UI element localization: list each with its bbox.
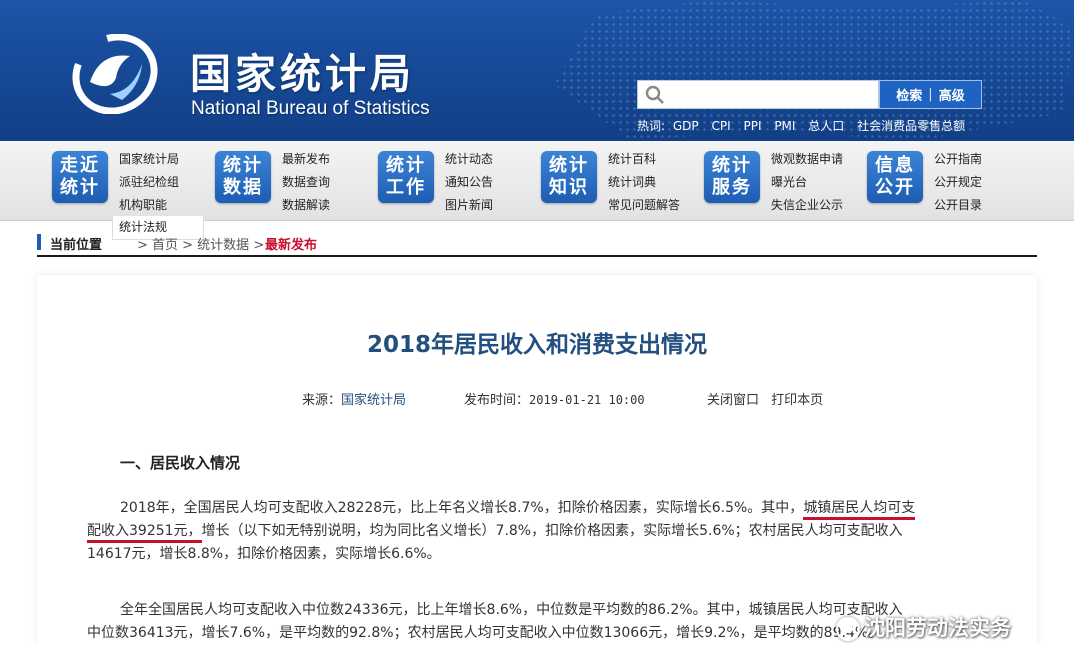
nav-links: 最新发布 数据查询 数据解读 <box>282 148 330 217</box>
hot-words: 热词: GDP CPI PPI PMI 总人口 社会消费品零售总额 <box>637 117 974 134</box>
nav-link[interactable]: 微观数据申请 <box>771 148 843 171</box>
time-value: 2019-01-21 10:00 <box>529 393 645 407</box>
site-subtitle: National Bureau of Statistics <box>191 98 430 119</box>
para1-text-b: 增长（以下如无特别说明，均为同比名义增长）7.8%，扣除价格因素，实际增长5.6… <box>201 523 903 539</box>
nav-links: 微观数据申请 曝光台 失信企业公示 <box>771 148 843 217</box>
print-page-link[interactable]: 打印本页 <box>771 393 823 408</box>
hot-words-label: 热词: <box>637 119 666 133</box>
breadcrumb-last[interactable]: 最新发布 <box>265 234 317 253</box>
advanced-search-button[interactable]: 高级 <box>939 85 965 104</box>
nav-links: 国家统计局 派驻纪检组 机构职能 <box>119 148 179 217</box>
para1-text-a: 2018年，全国居民人均可支配收入28228元，比上年名义增长8.7%，扣除价格… <box>120 500 804 516</box>
nav-links: 公开指南 公开规定 公开目录 <box>934 148 982 217</box>
search-box <box>637 80 879 109</box>
hot-word-link[interactable]: 总人口 <box>808 119 844 133</box>
nav-link[interactable]: 统计词典 <box>608 171 680 194</box>
nav-link[interactable]: 国家统计局 <box>119 148 179 171</box>
nav-link[interactable]: 统计动态 <box>445 148 493 171</box>
breadcrumb-marker <box>37 234 41 250</box>
nav-links: 统计动态 通知公告 图片新闻 <box>445 148 493 217</box>
article: 2018年居民收入和消费支出情况 来源：国家统计局 发布时间：2019-01-2… <box>37 275 1037 645</box>
time-label: 发布时间： <box>464 393 530 408</box>
nav-badge[interactable]: 统计 知识 <box>541 151 597 203</box>
source-label: 来源： <box>302 393 342 408</box>
highlight-underline-1: 城镇居民人均可支 <box>803 500 916 520</box>
hot-word-link[interactable]: PPI <box>743 119 761 133</box>
nav-link[interactable]: 统计百科 <box>608 148 680 171</box>
watermark-text: 沈阳劳动法实务 <box>864 616 1011 640</box>
section-heading: 一、居民收入情况 <box>120 454 241 472</box>
nav-links: 统计百科 统计词典 常见问题解答 <box>608 148 680 217</box>
hot-word-link[interactable]: 社会消费品零售总额 <box>857 119 965 133</box>
article-time: 发布时间：2019-01-21 10:00 <box>464 389 645 408</box>
search-separator: | <box>928 87 933 102</box>
main-nav: 走近 统计 国家统计局 派驻纪检组 机构职能 统计 数据 最新发布 数据查询 数据解… <box>0 141 1074 221</box>
search-buttons: 检索 | 高级 <box>879 80 982 109</box>
hot-word-link[interactable]: GDP <box>673 119 699 133</box>
para1-text-c: 14617元，增长8.8%，扣除价格因素，实际增长6.6%。 <box>87 546 441 562</box>
paragraph-1: 2018年，全国居民人均可支配收入28228元，比上年名义增长8.7%，扣除价格… <box>87 497 992 566</box>
source-value: 国家统计局 <box>341 393 407 408</box>
nav-link[interactable]: 常见问题解答 <box>608 194 680 217</box>
site-header: 国家统计局 National Bureau of Statistics 检索 |… <box>0 0 1074 141</box>
site-title[interactable]: 国家统计局 <box>190 40 415 100</box>
article-source: 来源：国家统计局 <box>302 389 406 408</box>
nav-link[interactable]: 派驻纪检组 <box>119 171 179 194</box>
article-title: 2018年居民收入和消费支出情况 <box>366 332 707 358</box>
nav-link[interactable]: 机构职能 <box>119 194 179 217</box>
breadcrumb-path[interactable]: > 首页 > 统计数据 > <box>137 234 264 253</box>
nav-link[interactable]: 公开规定 <box>934 171 982 194</box>
nav-link[interactable]: 失信企业公示 <box>771 194 843 217</box>
breadcrumb: 当前位置 > 首页 > 统计数据 > 最新发布 <box>37 231 1037 257</box>
nav-link[interactable]: 数据查询 <box>282 171 330 194</box>
nav-link[interactable]: 数据解读 <box>282 194 330 217</box>
watermark: 沈阳劳动法实务 <box>836 612 1011 642</box>
nav-badge[interactable]: 走近 统计 <box>52 151 108 203</box>
nav-link[interactable]: 通知公告 <box>445 171 493 194</box>
nav-badge[interactable]: 信息 公开 <box>867 151 923 203</box>
search-icon <box>645 85 664 104</box>
highlight-underline-2: 配收入39251元， <box>87 523 202 543</box>
article-actions: 关闭窗口 打印本页 <box>707 389 823 408</box>
nav-badge[interactable]: 统计 工作 <box>378 151 434 203</box>
nav-link[interactable]: 最新发布 <box>282 148 330 171</box>
nav-link[interactable]: 公开目录 <box>934 194 982 217</box>
close-window-link[interactable]: 关闭窗口 <box>707 393 759 408</box>
hot-word-link[interactable]: CPI <box>711 119 730 133</box>
hot-word-link[interactable]: PMI <box>774 119 795 133</box>
nbs-logo-icon[interactable] <box>70 34 160 114</box>
search-button[interactable]: 检索 <box>896 85 922 104</box>
nav-badge[interactable]: 统计 数据 <box>215 151 271 203</box>
nav-link[interactable]: 公开指南 <box>934 148 982 171</box>
breadcrumb-current-label: 当前位置 <box>50 238 103 253</box>
search-input[interactable] <box>672 84 872 106</box>
nav-badge[interactable]: 统计 服务 <box>704 151 760 203</box>
nav-link[interactable]: 曝光台 <box>771 171 843 194</box>
wechat-icon <box>836 617 860 641</box>
nav-link[interactable]: 图片新闻 <box>445 194 493 217</box>
